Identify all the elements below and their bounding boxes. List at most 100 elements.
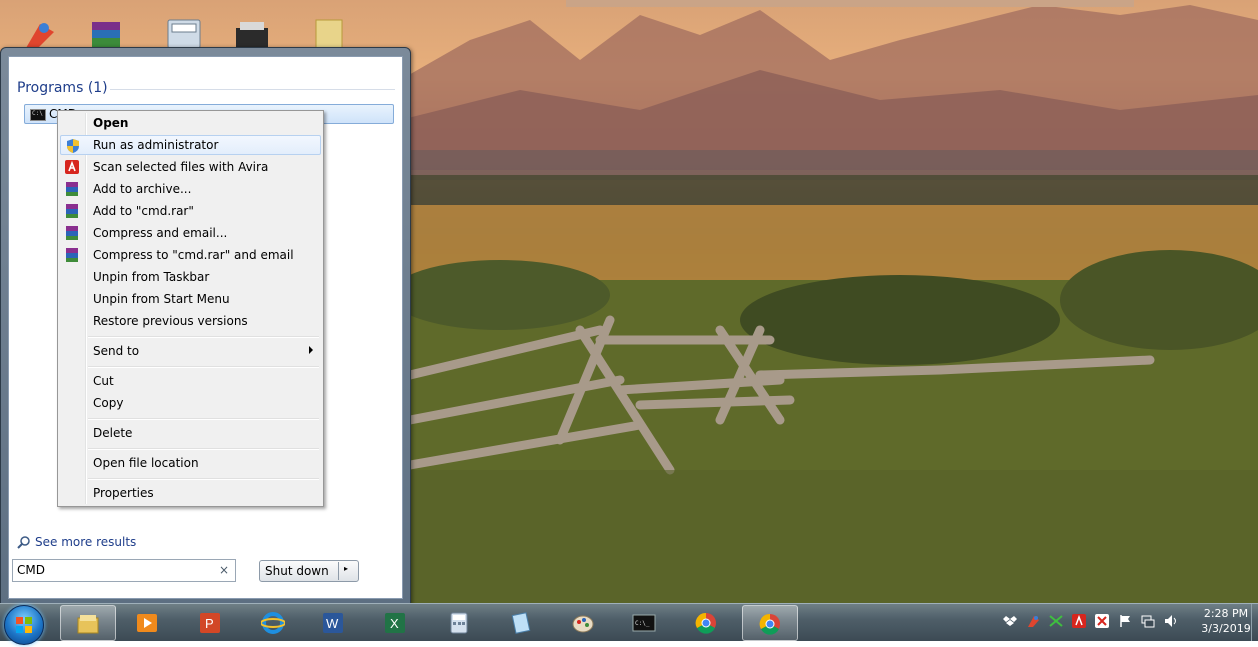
winrar-icon: [66, 226, 78, 240]
menu-item-compress-and-email[interactable]: Compress and email...: [60, 223, 321, 243]
menu-item-add-to-cmd-rar[interactable]: Add to "cmd.rar": [60, 201, 321, 221]
menu-item-label: Restore previous versions: [93, 314, 248, 328]
internet-explorer-icon: [261, 612, 285, 634]
menu-item-unpin-from-taskbar[interactable]: Unpin from Taskbar: [60, 267, 321, 287]
menu-item-label: Add to archive...: [93, 182, 192, 196]
taskbar-excel[interactable]: X: [368, 605, 422, 639]
security-alert-icon[interactable]: [1095, 614, 1109, 628]
winrar-icon: [66, 204, 78, 218]
avira-tray-icon[interactable]: [1072, 614, 1086, 628]
excel-icon: X: [385, 613, 405, 633]
menu-item-run-as-administrator[interactable]: Run as administrator: [60, 135, 321, 155]
menu-item-delete[interactable]: Delete: [60, 423, 321, 443]
taskbar-paint[interactable]: [556, 605, 610, 639]
taskbar-word[interactable]: W: [306, 605, 360, 639]
menu-item-label: Compress and email...: [93, 226, 228, 240]
device-desktop-icon[interactable]: [234, 18, 270, 48]
menu-item-label: Run as administrator: [93, 138, 219, 152]
tray-app-icon[interactable]: [1026, 614, 1040, 628]
chrome-icon: [695, 612, 716, 634]
taskbar-notepad[interactable]: [494, 605, 548, 639]
taskbar-clock[interactable]: 2:28 PM 3/3/2019: [1196, 606, 1256, 636]
taskbar-chrome-window[interactable]: [742, 605, 798, 641]
menu-item-label: Scan selected files with Avira: [93, 160, 269, 174]
menu-separator: [88, 336, 319, 338]
menu-item-cut[interactable]: Cut: [60, 371, 321, 391]
cmd-icon: C:\: [30, 109, 46, 121]
windows-logo-icon: [16, 617, 32, 633]
shutdown-divider: [338, 562, 339, 580]
menu-item-label: Copy: [93, 396, 124, 410]
header-divider: [110, 89, 395, 90]
start-button[interactable]: [4, 605, 44, 645]
menu-item-label: Send to: [93, 344, 140, 358]
winrar-icon: [66, 248, 78, 262]
shutdown-options-arrow-icon[interactable]: ▸: [344, 564, 348, 573]
menu-item-open-file-location[interactable]: Open file location: [60, 453, 321, 473]
see-more-results-label: See more results: [35, 535, 137, 549]
chrome-active-icon: [759, 613, 780, 635]
svg-text:C:\_: C:\_: [635, 620, 650, 627]
menu-separator: [88, 418, 319, 420]
uac-shield-icon: [67, 139, 79, 153]
svg-text:X: X: [390, 616, 399, 631]
taskbar-media-player[interactable]: [120, 605, 174, 639]
dropbox-icon[interactable]: [1003, 614, 1017, 628]
start-search-input[interactable]: [17, 562, 207, 578]
calculator-icon: [450, 612, 468, 634]
folder-desktop-icon[interactable]: [312, 18, 348, 49]
window-edge: [566, 0, 1134, 7]
menu-item-scan-avira[interactable]: Scan selected files with Avira: [60, 157, 321, 177]
taskbar-internet-explorer[interactable]: [246, 605, 300, 639]
taskbar-command-prompt[interactable]: C:\_: [617, 605, 671, 639]
taskbar-calculator[interactable]: [432, 605, 486, 639]
network-status-icon[interactable]: [1049, 614, 1063, 628]
menu-item-unpin-from-start-menu[interactable]: Unpin from Start Menu: [60, 289, 321, 309]
command-prompt-icon: C:\_: [632, 614, 656, 632]
start-search-box[interactable]: ×: [12, 559, 236, 582]
submenu-arrow-icon: [309, 346, 313, 354]
menu-item-send-to[interactable]: Send to: [60, 341, 321, 361]
taskbar-powerpoint[interactable]: P: [183, 605, 237, 639]
taskbar-windows-explorer[interactable]: [60, 605, 116, 641]
volume-icon[interactable]: [1164, 614, 1178, 628]
context-menu: Open Run as administrator Scan selected …: [57, 110, 324, 507]
network-icon[interactable]: [1141, 614, 1155, 628]
shutdown-button[interactable]: Shut down ▸: [259, 560, 359, 582]
shutdown-label: Shut down: [265, 564, 329, 578]
winrar-icon: [66, 182, 78, 196]
clock-time: 2:28 PM: [1203, 607, 1249, 620]
menu-item-compress-to-cmd-rar-and-email[interactable]: Compress to "cmd.rar" and email: [60, 245, 321, 265]
menu-item-label: Delete: [93, 426, 133, 440]
menu-item-properties[interactable]: Properties: [60, 483, 321, 503]
svg-text:W: W: [326, 616, 339, 631]
word-icon: W: [323, 613, 343, 633]
system-tray: [998, 610, 1190, 634]
desktop-shortcut-icon[interactable]: [20, 18, 56, 48]
menu-separator: [88, 478, 319, 480]
clear-search-icon[interactable]: ×: [219, 563, 229, 577]
menu-item-label: Add to "cmd.rar": [93, 204, 194, 218]
menu-separator: [88, 366, 319, 368]
winrar-desktop-icon[interactable]: [88, 18, 124, 48]
taskbar: P W X C:\_ 2:28 PM 3/3/2019: [0, 603, 1258, 645]
programs-header-label: Programs (1): [17, 80, 108, 96]
avira-icon: [65, 160, 79, 174]
menu-item-open[interactable]: Open: [60, 113, 321, 133]
show-desktop-button[interactable]: [1251, 604, 1258, 641]
media-player-icon: [137, 614, 157, 632]
menu-item-label: Cut: [93, 374, 114, 388]
menu-item-label: Properties: [93, 486, 154, 500]
menu-item-label: Open: [93, 116, 129, 130]
menu-separator: [88, 448, 319, 450]
calculator-desktop-icon[interactable]: [166, 18, 202, 49]
taskbar-chrome[interactable]: [679, 605, 733, 639]
menu-item-label: Compress to "cmd.rar" and email: [93, 248, 294, 262]
menu-item-add-to-archive[interactable]: Add to archive...: [60, 179, 321, 199]
action-center-flag-icon[interactable]: [1118, 614, 1132, 628]
menu-item-label: Unpin from Start Menu: [93, 292, 230, 306]
menu-item-restore-previous-versions[interactable]: Restore previous versions: [60, 311, 321, 331]
programs-section-header: Programs (1): [17, 80, 395, 96]
menu-item-copy[interactable]: Copy: [60, 393, 321, 413]
clock-date: 3/3/2019: [1201, 622, 1251, 635]
